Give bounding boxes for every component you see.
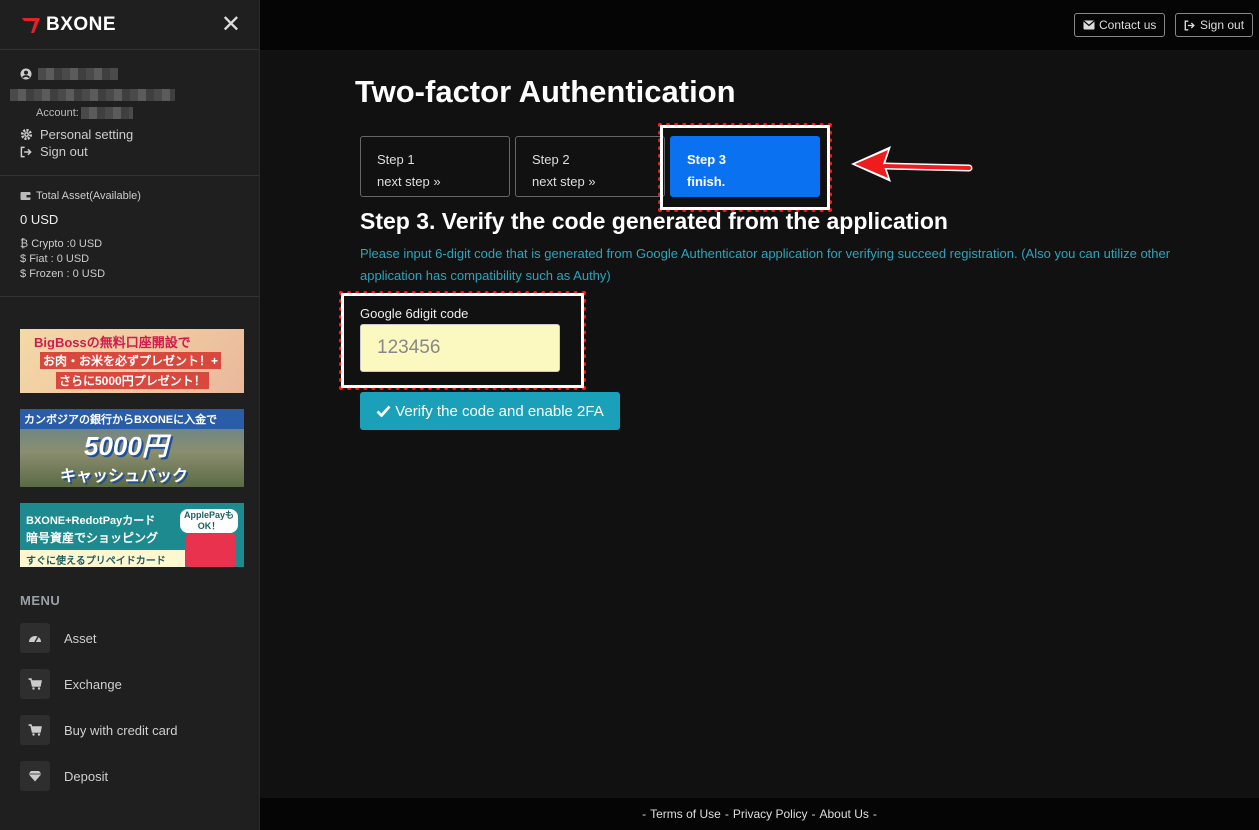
promo-banner-bigboss[interactable]: BigBossの無料口座開設で お肉・お米を必ずプレゼント！+ さらに5000円… — [20, 329, 244, 393]
banner-line-1: BXONE+RedotPayカード — [26, 515, 156, 527]
footer-separator: - — [724, 807, 729, 821]
step-sub: next step » — [532, 174, 596, 189]
verify-button-label: Verify the code and enable 2FA — [395, 402, 604, 420]
fiat-label: Fiat : — [29, 253, 54, 265]
dollar-icon: $ — [20, 253, 30, 265]
step-title: Step 1 — [377, 152, 415, 167]
sidebar-item-label: Deposit — [64, 768, 109, 784]
sidebar-item-label: Exchange — [64, 676, 122, 692]
promo-banner-cambodia[interactable]: カンボジアの銀行からBXONEに入金で 5000円 キャッシュバック — [20, 409, 244, 487]
diamond-icon — [20, 761, 50, 791]
personal-setting-link[interactable]: Personal setting — [20, 127, 239, 142]
banner-line-2: 暗号資産でショッピング — [26, 531, 159, 545]
bitcoin-icon: ₿ — [20, 238, 32, 250]
close-sidebar-icon[interactable]: ✕ — [221, 12, 241, 37]
crypto-value: 0 USD — [69, 238, 103, 250]
page-title: Two-factor Authentication — [355, 74, 736, 109]
redotpay-card-image — [186, 534, 236, 567]
step-description: Please input 6-digit code that is genera… — [360, 246, 1171, 283]
promo-banner-redotpay[interactable]: BXONE+RedotPayカード 暗号資産でショッピング すぐに使えるプリペイ… — [20, 503, 244, 567]
step-sub: next step » — [377, 174, 441, 189]
sidebar-item-label: Asset — [64, 630, 97, 646]
sidebar-item-deposit[interactable]: Deposit — [20, 761, 108, 791]
logo-mark-icon — [22, 17, 40, 33]
banner-line-2: 5000円 — [84, 431, 168, 461]
about-link[interactable]: About Us — [820, 807, 869, 821]
banner-line-3: すぐに使えるプリペイドカード — [20, 550, 185, 567]
account-row: Account: — [20, 107, 239, 119]
user-icon — [20, 68, 32, 80]
asset-title-row: Total Asset(Available) — [20, 190, 239, 202]
redacted-account-id — [80, 107, 133, 119]
frozen-value: 0 USD — [72, 268, 106, 280]
banner-line-3: キャッシュバック — [60, 468, 189, 485]
cart-icon — [20, 669, 50, 699]
sidebar-item-exchange[interactable]: Exchange — [20, 669, 122, 699]
menu-title: MENU — [20, 593, 61, 608]
sidebar-item-buy-credit-card[interactable]: Buy with credit card — [20, 715, 177, 745]
code-field-highlight-frame — [339, 291, 586, 390]
footer-separator: - — [642, 807, 647, 821]
frozen-label: Frozen : — [29, 268, 70, 280]
asset-total: 0 USD — [20, 212, 59, 227]
envelope-icon — [1083, 20, 1095, 30]
asset-crypto-row: ₿ Crypto :0 USD — [20, 237, 239, 252]
step-title: Step 2 — [532, 152, 570, 167]
asset-fiat-row: $ Fiat : 0 USD — [20, 252, 239, 267]
check-icon — [376, 405, 391, 417]
step-heading: Step 3. Verify the code generated from t… — [360, 208, 948, 234]
sidebar-item-label: Buy with credit card — [64, 722, 178, 738]
banner-line-1: BigBossの無料口座開設で — [34, 335, 191, 350]
step-3-highlight-frame — [658, 123, 832, 212]
dashboard-icon — [20, 623, 50, 653]
banner-line-3: さらに5000円プレゼント！ — [56, 372, 209, 389]
sign-out-icon — [20, 146, 32, 157]
user-block: Account: Personal setting Sign out — [0, 50, 259, 176]
asset-summary: Total Asset(Available) 0 USD ₿ Crypto :0… — [0, 176, 259, 297]
verify-enable-2fa-button[interactable]: Verify the code and enable 2FA — [360, 392, 620, 430]
brand-name: BXONE — [46, 13, 117, 35]
sidebar: BXONE ✕ Account: Personal setting Sign o… — [0, 0, 260, 830]
sign-out-icon — [1184, 20, 1195, 30]
step-1-tab[interactable]: Step 1 next step » — [360, 136, 510, 197]
banner-line-2: お肉・お米を必ずプレゼント！+ — [40, 352, 222, 369]
step-2-tab[interactable]: Step 2 next step » — [515, 136, 665, 197]
annotation-arrow-icon — [851, 146, 973, 182]
top-bar: Contact us Sign out — [260, 0, 1259, 50]
crypto-label: Crypto : — [31, 238, 70, 250]
privacy-link[interactable]: Privacy Policy — [733, 807, 808, 821]
top-signout-button[interactable]: Sign out — [1175, 13, 1254, 37]
main-content: Two-factor Authentication Step 1 next st… — [260, 50, 1259, 798]
sidebar-header: BXONE ✕ — [0, 0, 259, 50]
redacted-email — [10, 86, 239, 101]
asset-title: Total Asset(Available) — [36, 190, 141, 202]
user-name-row — [20, 68, 239, 80]
contact-us-label: Contact us — [1099, 18, 1157, 32]
contact-us-button[interactable]: Contact us — [1074, 13, 1166, 37]
cart-icon — [20, 715, 50, 745]
sidebar-item-asset[interactable]: Asset — [20, 623, 97, 653]
top-signout-label: Sign out — [1200, 18, 1245, 32]
redacted-username — [38, 68, 118, 80]
wallet-icon — [20, 192, 31, 200]
fiat-value: 0 USD — [56, 253, 90, 265]
personal-setting-label: Personal setting — [40, 127, 134, 142]
footer-separator: - — [872, 807, 877, 821]
account-label: Account: — [36, 107, 79, 119]
sidebar-signout-label: Sign out — [40, 144, 88, 159]
brand-logo[interactable]: BXONE — [20, 14, 116, 36]
dollar-icon: $ — [20, 268, 30, 280]
banner-badge: ApplePayも OK！ — [180, 509, 238, 533]
footer: - Terms of Use - Privacy Policy - About … — [260, 798, 1259, 830]
asset-frozen-row: $ Frozen : 0 USD — [20, 267, 239, 282]
terms-link[interactable]: Terms of Use — [650, 807, 721, 821]
sidebar-signout-link[interactable]: Sign out — [20, 144, 239, 159]
gear-icon — [20, 128, 33, 141]
footer-separator: - — [811, 807, 816, 821]
